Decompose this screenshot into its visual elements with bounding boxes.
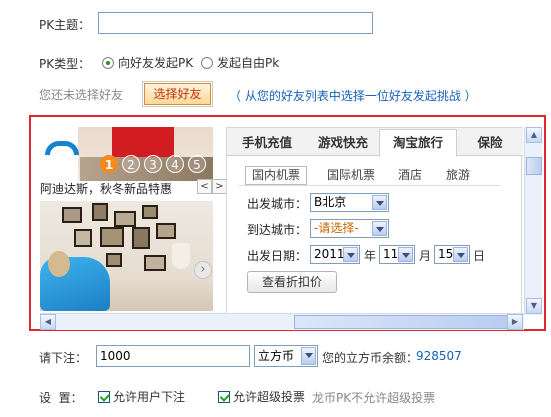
month-value: 11: [383, 247, 399, 261]
picture-frame: [106, 253, 122, 267]
view-discount-button[interactable]: 查看折扣价: [247, 271, 337, 293]
settings-label: 设 置：: [39, 391, 83, 405]
picture-frame: [142, 205, 158, 219]
pk-type-label: PK类型：: [39, 57, 91, 71]
carousel-indicators: 1 2 3 4 5: [100, 155, 206, 173]
to-city-label: 到达城市：: [247, 223, 308, 237]
bet-value: 1000: [100, 349, 131, 363]
picture-frame: [132, 227, 150, 249]
subtab-intl-flights[interactable]: 国际机票: [321, 167, 381, 184]
year-select[interactable]: 2011: [310, 245, 360, 264]
horizontal-scroll-thumb[interactable]: [294, 315, 510, 329]
pk-type-option-free[interactable]: 发起自由Pk: [201, 54, 279, 71]
choose-friend-button[interactable]: 选择好友: [144, 83, 211, 105]
carousel-dot-1[interactable]: 1: [100, 155, 118, 173]
bet-label: 请下注：: [39, 351, 88, 365]
choose-friend-button-frame[interactable]: 选择好友: [142, 81, 213, 107]
carousel-dot-2[interactable]: 2: [122, 155, 140, 173]
year-value: 2011: [314, 247, 345, 261]
allow-super-label: 允许超级投票: [233, 390, 306, 404]
from-city-value: B北京: [314, 195, 347, 209]
month-select[interactable]: 11: [379, 245, 415, 264]
bet-input[interactable]: 1000: [96, 345, 250, 367]
chevron-down-icon: [372, 195, 387, 210]
radio-free[interactable]: [201, 56, 213, 69]
chevron-down-icon: [398, 247, 413, 262]
promo-text[interactable]: 阿迪达斯，秋冬新品特惠: [40, 180, 172, 197]
month-unit: 月: [419, 249, 432, 263]
pk-topic-input[interactable]: [98, 12, 373, 34]
picture-frame: [92, 203, 108, 221]
allow-super-checkbox[interactable]: [218, 390, 230, 403]
tab-taobao-travel[interactable]: 淘宝旅行: [379, 129, 457, 157]
interior-next-button[interactable]: ›: [194, 261, 212, 279]
subtab-tours[interactable]: 旅游: [441, 167, 475, 184]
pk-type-option-friend-label: 向好友发起PK: [118, 56, 194, 70]
friend-status: 您还未选择好友: [39, 88, 124, 102]
date-label: 出发日期：: [247, 249, 308, 263]
radio-friend[interactable]: [102, 56, 114, 69]
ad-frame: 1 2 3 4 5 阿迪达斯，秋冬新品特惠 < > › 手机充值 游戏快充 淘宝…: [29, 115, 546, 331]
subtab-hotels[interactable]: 酒店: [393, 167, 427, 184]
pk-type-option-friend[interactable]: 向好友发起PK: [102, 54, 193, 71]
promo-next-button[interactable]: >: [212, 179, 227, 194]
scroll-up-button[interactable]: ▲: [526, 127, 542, 143]
promo-prev-button[interactable]: <: [197, 179, 212, 194]
carousel-dot-3[interactable]: 3: [144, 155, 162, 173]
chevron-down-icon: [301, 347, 316, 365]
banner-logo-shape: [40, 127, 79, 181]
banner-shirt: [112, 127, 174, 157]
travel-widget: 手机充值 游戏快充 淘宝旅行 保险 国内机票 国际机票 酒店 旅游 出发城市： …: [226, 127, 523, 314]
friend-tip: （ 从您的好友列表中选择一位好友发起挑战 ）: [229, 89, 477, 103]
from-city-select[interactable]: B北京: [310, 193, 389, 212]
vertical-scrollbar[interactable]: ▲ ▼: [524, 127, 542, 315]
picture-frame: [100, 227, 124, 247]
pk-topic-label: PK主题：: [39, 18, 91, 32]
from-city-label: 出发城市：: [247, 197, 308, 211]
banner-image[interactable]: 1 2 3 4 5: [40, 127, 213, 181]
day-value: 15: [438, 247, 454, 261]
to-city-select[interactable]: -请选择-: [310, 219, 389, 238]
lamp: [172, 243, 190, 269]
picture-frame: [114, 211, 136, 227]
teddy-bear: [48, 251, 70, 277]
pk-type-option-free-label: 发起自由Pk: [217, 56, 280, 70]
interior-photo[interactable]: [40, 201, 213, 311]
carousel-dot-5[interactable]: 5: [188, 155, 206, 173]
bet-unit-select[interactable]: 立方币: [254, 345, 318, 367]
scroll-left-button[interactable]: ◀: [40, 314, 56, 330]
horizontal-scrollbar[interactable]: ◀ ▶: [40, 313, 524, 330]
to-city-value: -请选择-: [314, 221, 359, 235]
tab-mobile-recharge[interactable]: 手机充值: [231, 130, 303, 156]
bet-unit-value: 立方币: [258, 349, 295, 363]
chevron-down-icon: [453, 247, 468, 262]
chevron-down-icon: [372, 221, 387, 236]
picture-frame: [74, 229, 92, 247]
day-unit: 日: [473, 249, 486, 263]
picture-frame: [156, 223, 176, 239]
year-unit: 年: [364, 249, 377, 263]
tab-game-recharge[interactable]: 游戏快充: [307, 130, 379, 156]
picture-frame: [144, 255, 166, 271]
super-vote-note: 龙币PK不允许超级投票: [312, 391, 436, 405]
chevron-down-icon: [343, 247, 358, 262]
picture-frame: [62, 207, 82, 223]
vertical-scroll-thumb[interactable]: [526, 157, 542, 175]
balance-label: 您的立方币余额：: [322, 351, 419, 365]
carousel-dot-4[interactable]: 4: [166, 155, 184, 173]
scroll-down-button[interactable]: ▼: [526, 298, 542, 314]
subtab-divider: [239, 185, 501, 186]
allow-super-option[interactable]: 允许超级投票: [218, 388, 305, 405]
allow-bet-checkbox[interactable]: [98, 390, 110, 403]
subtab-domestic-flights[interactable]: 国内机票: [245, 166, 307, 185]
tab-insurance[interactable]: 保险: [461, 130, 519, 156]
allow-bet-label: 允许用户下注: [113, 390, 186, 404]
allow-bet-option[interactable]: 允许用户下注: [98, 388, 185, 405]
scroll-right-button[interactable]: ▶: [507, 314, 523, 330]
day-select[interactable]: 15: [434, 245, 470, 264]
balance-value: 928507: [416, 349, 462, 363]
